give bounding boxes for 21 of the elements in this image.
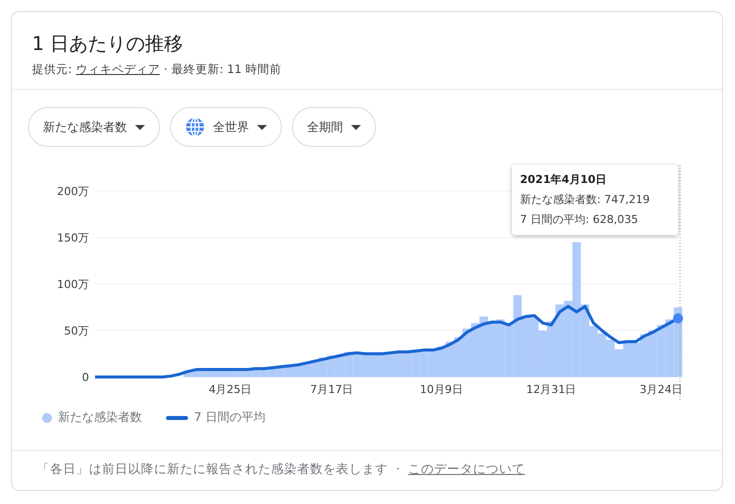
x-axis-label: 7月17日 [310, 383, 354, 396]
updated-text: 最終更新: 11 時間前 [172, 62, 282, 77]
separator-dot: · [396, 461, 400, 478]
x-axis-label: 12月31日 [526, 383, 576, 396]
y-axis-label: 50万 [64, 324, 89, 338]
footnote-text: 「各日」は前日以降に新たに報告された感染者数を表します [37, 461, 388, 478]
tooltip-line: 新たな感染者数: 747,219 [520, 192, 651, 208]
y-axis-label: 100万 [57, 278, 89, 291]
y-axis-label: 150万 [57, 232, 89, 244]
y-axis-label: 0 [82, 371, 89, 384]
y-axis-label: 200万 [57, 185, 89, 198]
x-axis-label: 3月24日 [640, 383, 683, 396]
legend-label: 新たな感染者数 [58, 409, 142, 426]
legend-label: 7 日間の平均 [194, 409, 266, 426]
tooltip-line: 7 日間の平均: 628,035 [520, 212, 640, 228]
card-title: 1 日あたりの推移 [32, 32, 184, 57]
separator-dot: · [164, 62, 168, 77]
x-axis-label: 4月25日 [208, 383, 252, 396]
x-axis-label: 10月9日 [420, 383, 463, 396]
source-label: 提供元: [32, 62, 72, 77]
tooltip-date: 2021年4月10日 [520, 172, 608, 188]
